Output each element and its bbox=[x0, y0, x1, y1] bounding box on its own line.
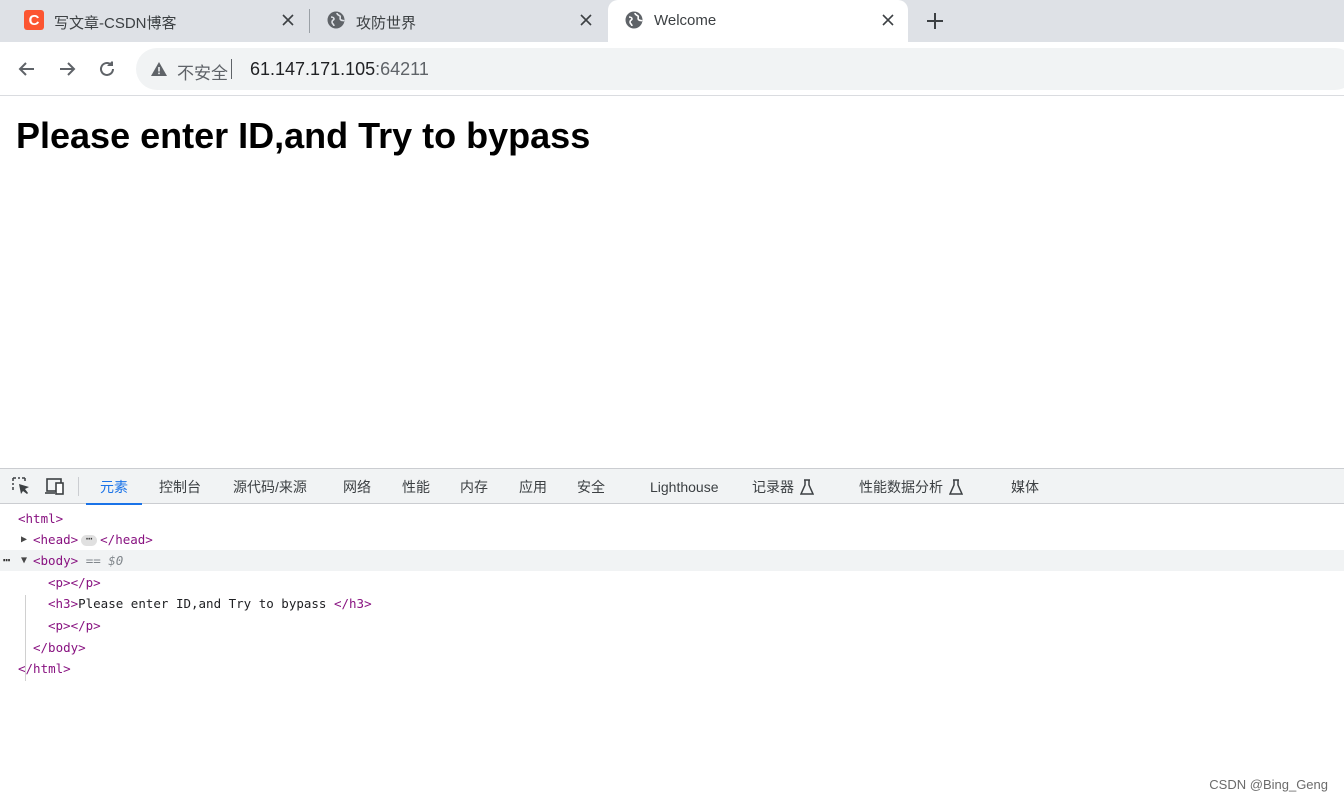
ellipsis-badge[interactable]: ⋯ bbox=[81, 533, 98, 546]
tab-network[interactable]: 网络 bbox=[343, 469, 371, 504]
reload-button[interactable] bbox=[94, 56, 120, 82]
tab-label: 内存 bbox=[460, 478, 488, 495]
tab-label: 安全 bbox=[577, 478, 605, 495]
tab-performance[interactable]: 性能 bbox=[402, 469, 430, 504]
divider bbox=[231, 59, 232, 79]
globe-icon bbox=[326, 10, 346, 30]
watermark: CSDN @Bing_Geng bbox=[1209, 777, 1328, 792]
tag-html-open: <html> bbox=[18, 511, 64, 526]
dom-node-html-close[interactable]: </html> bbox=[0, 658, 1344, 679]
tag-p: <p></p> bbox=[48, 575, 101, 590]
tag-p: <p></p> bbox=[48, 618, 101, 633]
tab-lighthouse[interactable]: Lighthouse bbox=[650, 469, 719, 504]
warning-icon[interactable] bbox=[150, 60, 168, 78]
selected-marker: == $0 bbox=[85, 553, 124, 568]
csdn-logo-icon: C bbox=[24, 10, 44, 30]
tab-performance-insights[interactable]: 性能数据分析 bbox=[859, 469, 963, 504]
tab-label: 记录器 bbox=[752, 478, 794, 495]
tab-label: 网络 bbox=[343, 478, 371, 495]
tab-title: 攻防世界 bbox=[356, 15, 417, 32]
tab-recorder[interactable]: 记录器 bbox=[752, 469, 814, 504]
close-icon[interactable] bbox=[576, 10, 596, 30]
tab-welcome[interactable]: Welcome bbox=[608, 0, 908, 42]
page-viewport: Please enter ID,and Try to bypass bbox=[0, 97, 1344, 468]
device-toolbar-icon[interactable] bbox=[44, 476, 66, 496]
reload-icon bbox=[100, 61, 114, 76]
tab-label: 性能 bbox=[402, 478, 430, 495]
tab-gongfang[interactable]: 攻防世界 bbox=[310, 0, 606, 42]
tag-head-open: <head> bbox=[33, 532, 79, 547]
dom-node-p[interactable]: <p></p> bbox=[0, 615, 1344, 636]
tab-sources[interactable]: 源代码/来源 bbox=[233, 469, 307, 504]
tab-title: Welcome bbox=[654, 12, 717, 29]
devtools-tab-bar: 元素 控制台 源代码/来源 网络 性能 内存 应用 安全 Lighthouse … bbox=[0, 469, 1344, 505]
browser-toolbar: 不安全 61.147.171.105:64211 bbox=[0, 42, 1344, 96]
toolbar-divider bbox=[78, 477, 79, 496]
arrow-left-icon bbox=[18, 62, 34, 76]
tag-h3-close: </h3> bbox=[333, 596, 372, 611]
tab-media[interactable]: 媒体 bbox=[1011, 469, 1039, 504]
expand-triangle-icon[interactable]: ▶ bbox=[21, 529, 31, 550]
arrow-right-icon bbox=[60, 62, 76, 76]
tag-head-close: </head> bbox=[100, 532, 153, 547]
tab-title: 写文章-CSDN博客 bbox=[54, 15, 177, 32]
close-icon[interactable] bbox=[278, 10, 298, 30]
tag-html-close: </html> bbox=[18, 661, 71, 676]
tab-application[interactable]: 应用 bbox=[519, 469, 547, 504]
tab-label: 媒体 bbox=[1011, 478, 1039, 495]
collapse-triangle-icon[interactable]: ▼ bbox=[21, 550, 31, 571]
tag-body-close: </body> bbox=[33, 640, 86, 655]
tab-label: 应用 bbox=[519, 478, 547, 495]
close-icon[interactable] bbox=[878, 10, 898, 30]
dom-node-head[interactable]: ▶ <head> ⋯ </head> bbox=[0, 529, 1344, 550]
dom-node-h3[interactable]: <h3>Please enter ID,and Try to bypass </… bbox=[0, 593, 1344, 614]
tab-security[interactable]: 安全 bbox=[577, 469, 605, 504]
h3-text: Please enter ID,and Try to bypass bbox=[78, 596, 334, 611]
flask-icon bbox=[800, 478, 814, 495]
page-heading: Please enter ID,and Try to bypass bbox=[16, 115, 591, 156]
back-button[interactable] bbox=[14, 56, 40, 82]
devtools-panel: 元素 控制台 源代码/来源 网络 性能 内存 应用 安全 Lighthouse … bbox=[0, 468, 1344, 800]
dom-node-html[interactable]: <html> bbox=[0, 508, 1344, 529]
dom-node-p[interactable]: <p></p> bbox=[0, 572, 1344, 593]
security-label: 不安全 bbox=[177, 64, 228, 83]
globe-icon bbox=[624, 10, 644, 30]
forward-button[interactable] bbox=[54, 56, 80, 82]
tag-h3-open: <h3> bbox=[48, 596, 79, 611]
elements-tree: <html> ▶ <head> ⋯ </head> ⋯ ▼ <body> == $0… bbox=[0, 504, 1344, 800]
tab-elements[interactable]: 元素 bbox=[86, 469, 142, 505]
tab-label: 控制台 bbox=[159, 478, 201, 495]
tab-csdn[interactable]: C 写文章-CSDN博客 bbox=[8, 0, 308, 42]
url-host: 61.147.171.105 bbox=[250, 59, 376, 79]
tab-label: Lighthouse bbox=[650, 478, 719, 495]
url-port: :64211 bbox=[375, 59, 429, 79]
flask-icon bbox=[949, 478, 963, 495]
tag-body-open: <body> bbox=[33, 553, 79, 568]
tab-label: 源代码/来源 bbox=[233, 478, 307, 495]
address-bar[interactable]: 不安全 61.147.171.105:64211 bbox=[136, 48, 1344, 90]
dom-node-body-close[interactable]: </body> bbox=[0, 637, 1344, 658]
dom-node-body[interactable]: ⋯ ▼ <body> == $0 bbox=[0, 550, 1344, 571]
tab-console[interactable]: 控制台 bbox=[159, 469, 201, 504]
tab-strip: C 写文章-CSDN博客 攻防世界 Welcome bbox=[0, 0, 1344, 42]
tab-label: 性能数据分析 bbox=[859, 478, 943, 495]
url-text[interactable]: 61.147.171.105:64211 bbox=[250, 59, 429, 80]
inspect-element-icon[interactable] bbox=[10, 476, 32, 496]
more-options-icon[interactable]: ⋯ bbox=[3, 550, 10, 571]
tab-memory[interactable]: 内存 bbox=[460, 469, 488, 504]
tab-label: 元素 bbox=[100, 478, 128, 495]
plus-icon[interactable] bbox=[922, 8, 948, 34]
